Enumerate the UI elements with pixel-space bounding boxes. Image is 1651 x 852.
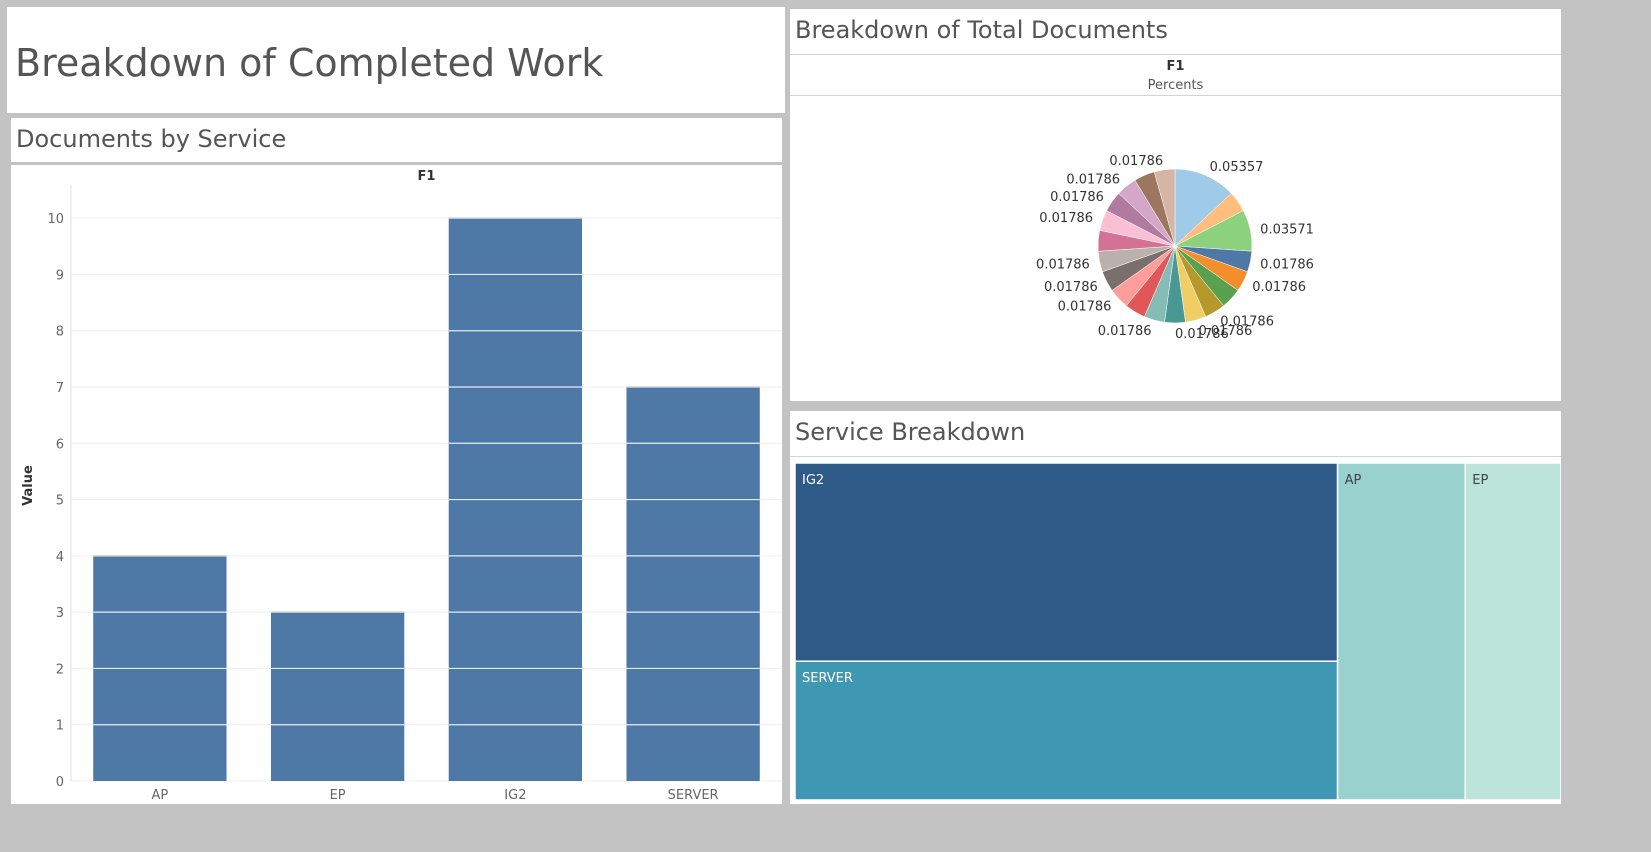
y-axis-title: Value: [21, 465, 36, 506]
bar-chart: F1 0 1 2 3 4 5 6 7 8 9 10 Value AP EP IG2 SERVER: [21, 169, 782, 803]
pie-slice-label: 0.01786: [1050, 190, 1104, 205]
x-tick-label: SERVER: [668, 788, 719, 803]
y-tick-label: 5: [56, 494, 64, 509]
treemap-sheet-panel: Service Breakdown IG2 SERVER AP EP: [790, 411, 1561, 804]
bar-server: [626, 387, 760, 781]
y-tick-label: 1: [56, 719, 64, 734]
y-tick-label: 7: [56, 381, 64, 396]
treemap-cell-label: EP: [1472, 473, 1488, 488]
treemap-cell-label: SERVER: [802, 671, 853, 686]
bar-chart-panel: F1 0 1 2 3 4 5 6 7 8 9 10 Value AP EP IG2 SERVER: [11, 165, 782, 804]
pie-slice-label: 0.01786: [1098, 324, 1152, 339]
treemap-cell-ig2: [795, 463, 1339, 662]
bar-ep: [270, 612, 405, 781]
pie-title-divider: [790, 54, 1561, 55]
pie-slice-label: 0.01786: [1044, 280, 1098, 295]
pie-slice-label: 0.01786: [1066, 173, 1120, 188]
bar-sheet-title: Documents by Service: [16, 125, 287, 153]
x-tick-label: IG2: [504, 788, 526, 803]
pie-slice-label: 0.05357: [1210, 160, 1264, 175]
treemap-sheet-title: Service Breakdown: [795, 418, 1026, 446]
treemap-cell-ep: [1464, 463, 1561, 800]
y-tick-label: 2: [56, 662, 64, 677]
pie-slice-label: 0.01786: [1058, 299, 1112, 314]
treemap-cell-ap: [1336, 463, 1466, 800]
pie-slice-label: 0.01786: [1036, 258, 1090, 273]
x-tick-label: AP: [152, 788, 169, 803]
treemap-cell-label: IG2: [802, 473, 824, 488]
bar-column-header: F1: [418, 169, 436, 184]
treemap-cell-server: [795, 660, 1339, 800]
pie-sheet-panel: Breakdown of Total Documents F1 Percents…: [790, 9, 1561, 401]
y-tick-label: 0: [56, 775, 64, 790]
pie-chart: 0.05357 0.03571 0.01786 0.01786 0.01786 0.017…: [1036, 154, 1314, 342]
y-tick-label: 8: [56, 325, 64, 340]
pie-slice-label: 0.03571: [1260, 222, 1314, 237]
dashboard-title-panel: Breakdown of Completed Work: [7, 7, 785, 113]
pie-column-header: F1: [1166, 59, 1185, 74]
pie-slice-label: 0.01786: [1260, 258, 1314, 273]
pie-slice-label: 0.01786: [1175, 327, 1229, 342]
y-tick-label: 4: [56, 550, 64, 565]
treemap-title-divider: [790, 456, 1561, 457]
bar-sheet-title-panel: Documents by Service: [11, 118, 782, 162]
y-tick-label: 3: [56, 606, 64, 621]
y-tick-label: 10: [47, 212, 64, 227]
treemap-chart: IG2 SERVER AP EP: [795, 463, 1561, 800]
pie-slice-label: 0.01786: [1039, 211, 1093, 226]
pie-slice-label: 0.01786: [1109, 154, 1163, 169]
y-tick-label: 9: [56, 268, 64, 283]
treemap-cell-label: AP: [1345, 473, 1362, 488]
dashboard-title: Breakdown of Completed Work: [15, 41, 604, 85]
y-tick-label: 6: [56, 437, 64, 452]
pie-column-subheader: Percents: [1147, 78, 1204, 93]
pie-slice-label: 0.01786: [1252, 280, 1306, 295]
x-tick-label: EP: [330, 788, 346, 803]
pie-sheet-title: Breakdown of Total Documents: [795, 16, 1168, 44]
